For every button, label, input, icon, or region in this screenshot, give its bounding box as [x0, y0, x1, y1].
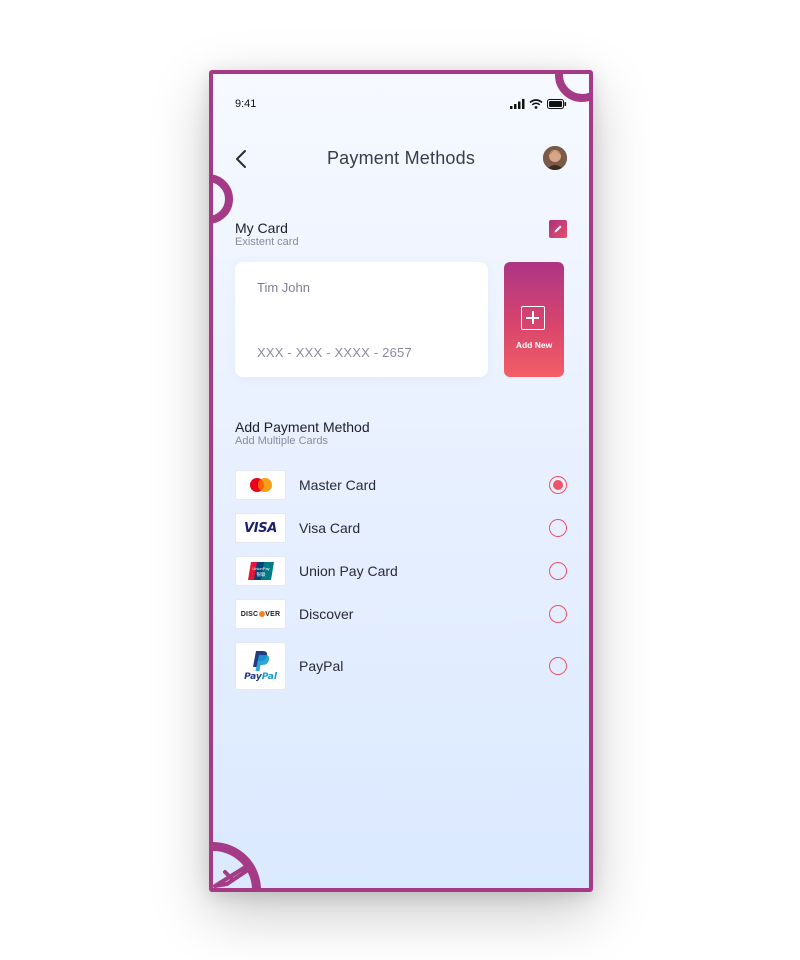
airplane-icon	[213, 864, 253, 888]
payment-method-visa[interactable]: VISA Visa Card	[235, 513, 567, 543]
decor-ring-left	[213, 174, 233, 224]
saved-card[interactable]: Tim John XXX - XXX - XXXX - 2657	[235, 262, 488, 377]
paypal-logo: PayPal	[235, 642, 286, 690]
radio-visa[interactable]	[549, 519, 567, 537]
page-title: Payment Methods	[326, 148, 476, 168]
unionpay-logo: UnionPay 银联	[235, 556, 286, 586]
signal-icon	[510, 99, 525, 109]
payment-method-label: Union Pay Card	[299, 563, 398, 579]
discover-logo-text-start: DISC	[240, 610, 259, 618]
svg-text:银联: 银联	[256, 571, 265, 578]
discover-logo: DISC VER	[235, 599, 286, 629]
svg-text:UnionPay: UnionPay	[252, 566, 269, 571]
my-card-heading: My Card Existent card	[235, 220, 299, 249]
paypal-logo-text-pay: Pay	[244, 672, 262, 682]
payment-method-label: PayPal	[299, 658, 344, 674]
discover-logo-text: DISC VER	[241, 611, 281, 618]
paypal-p-icon	[252, 651, 269, 671]
radio-mastercard[interactable]	[549, 476, 567, 494]
phone-frame: 9:41 Payment Methods My Card Existent ca…	[209, 70, 593, 892]
payment-method-mastercard[interactable]: Master Card	[235, 470, 567, 500]
plus-square-icon	[521, 306, 545, 330]
paypal-logo-text: PayPal	[244, 672, 277, 682]
add-payment-heading: Add Payment Method Add Multiple Cards	[235, 419, 370, 448]
header: Payment Methods	[213, 140, 589, 176]
payment-method-paypal[interactable]: PayPal PayPal	[235, 642, 567, 690]
stage: 9:41 Payment Methods My Card Existent ca…	[0, 0, 800, 960]
paypal-logo-text-pal: Pal	[261, 672, 277, 682]
radio-discover[interactable]	[549, 605, 567, 623]
add-payment-title: Add Payment Method	[235, 419, 370, 435]
add-new-card-button[interactable]: Add New	[504, 262, 564, 377]
payment-method-list: Master Card VISA Visa Card UnionPay 银联 U…	[235, 470, 567, 690]
my-card-subtitle: Existent card	[235, 236, 299, 248]
card-holder-name: Tim John	[257, 280, 310, 295]
wifi-icon	[529, 99, 543, 109]
payment-method-label: Master Card	[299, 477, 377, 493]
mastercard-logo	[235, 470, 286, 500]
status-bar: 9:41	[235, 96, 567, 112]
visa-logo: VISA	[235, 513, 286, 543]
battery-icon	[547, 99, 567, 109]
payment-method-unionpay[interactable]: UnionPay 银联 Union Pay Card	[235, 556, 567, 586]
visa-logo-text: VISA	[243, 520, 278, 536]
card-number: XXX - XXX - XXXX - 2657	[257, 345, 412, 360]
avatar[interactable]	[543, 146, 567, 170]
add-new-label: Add New	[515, 340, 553, 350]
payment-method-label: Visa Card	[299, 520, 361, 536]
status-time: 9:41	[235, 98, 257, 110]
payment-method-discover[interactable]: DISC VER Discover	[235, 599, 567, 629]
user-avatar-image	[543, 146, 567, 170]
radio-paypal[interactable]	[549, 657, 567, 675]
payment-method-label: Discover	[299, 606, 354, 622]
status-icons	[510, 99, 567, 109]
discover-logo-dot	[258, 611, 265, 617]
radio-unionpay[interactable]	[549, 562, 567, 580]
discover-logo-text-end: VER	[265, 610, 281, 618]
add-payment-subtitle: Add Multiple Cards	[235, 435, 328, 447]
my-card-title: My Card	[235, 220, 288, 236]
edit-card-button[interactable]	[549, 220, 567, 238]
pencil-icon	[554, 225, 562, 233]
